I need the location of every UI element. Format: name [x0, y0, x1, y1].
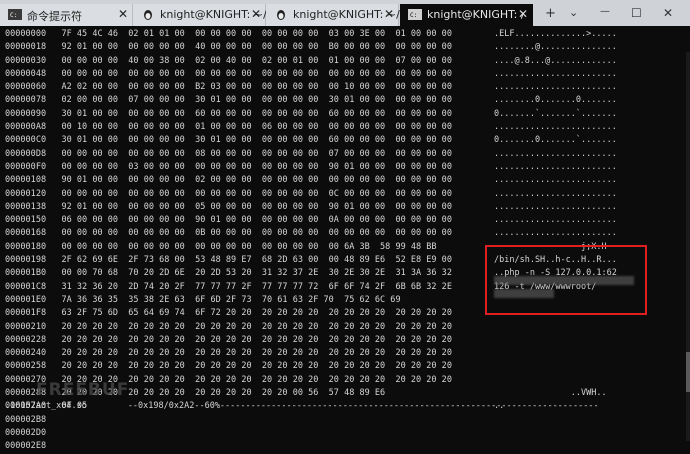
close-tab-icon[interactable]: ✕ [118, 7, 128, 21]
hex-line: 00000000 7F 45 4C 46 02 01 01 00 00 00 0… [5, 29, 452, 39]
hex-line: 00000210 20 20 20 20 20 20 20 20 20 20 2… [5, 321, 452, 332]
ascii-line: ........................ [494, 188, 617, 199]
hex-line: 00000258 20 20 20 20 20 20 20 20 20 20 2… [5, 361, 452, 372]
ascii-line [494, 414, 617, 427]
ascii-line: ........................ [494, 215, 617, 226]
hex-line: 00000198 2F 62 69 6E 2F 73 68 00 53 48 8… [5, 255, 452, 266]
hex-line: 00000150 06 00 00 00 00 00 00 00 90 01 0… [5, 215, 452, 226]
hex-line: 000002E8 [5, 441, 47, 452]
ascii-line: ........................ [494, 161, 617, 172]
hex-line: 00000090 30 01 00 00 00 00 00 00 60 00 0… [5, 108, 452, 119]
title-bar: C: 命令提示符 ✕ knight@KNIGHT: ~/fpm ✕ knight… [0, 0, 690, 26]
linux-penguin-icon [277, 10, 285, 20]
hex-line: 000001C8 31 32 36 20 2D 74 20 2F 77 77 7… [5, 281, 452, 292]
ascii-line [494, 360, 617, 373]
ascii-line: ....@.8...@............. [494, 55, 617, 66]
hex-line: 00000120 00 00 00 00 00 00 00 00 00 00 0… [5, 188, 452, 199]
svg-text:C:: C: [10, 12, 17, 19]
status-bar: .16157ant_x64.so --0x198/0x2A2--60%-----… [5, 401, 599, 411]
hex-line: 00000180 00 00 00 00 00 00 00 00 00 00 0… [5, 241, 437, 252]
ascii-line: ........................ [494, 148, 617, 159]
ascii-line: 0.......0.......`....... [494, 135, 617, 146]
tab-knight-fpm-1[interactable]: knight@KNIGHT: ~/fpm ✕ [133, 4, 288, 26]
linux-penguin-icon [144, 10, 152, 20]
watermark-logo: FREEBUF [36, 380, 130, 400]
ascii-line: .ELF..............>..... [494, 29, 617, 39]
ascii-line: ..VWH.. [494, 388, 607, 399]
hex-line: 000000A8 00 10 00 00 00 00 00 00 01 00 0… [5, 122, 452, 133]
ascii-line: ........................ [494, 201, 617, 212]
ascii-line [494, 427, 617, 440]
hex-line: 000001E0 7A 36 36 35 35 38 2E 63 6F 6D 2… [5, 294, 401, 305]
ascii-line: ........0.......0....... [494, 95, 617, 106]
scrollbar-thumb[interactable] [686, 352, 690, 392]
ascii-line: ........................ [494, 82, 617, 93]
hex-line: 00000078 02 00 00 00 07 00 00 00 30 01 0… [5, 95, 452, 106]
maximize-button[interactable]: ☐ [631, 6, 642, 20]
scrollbar[interactable] [686, 52, 690, 441]
tab-knight-fpm-2[interactable]: knight@KNIGHT: ~/fpm ✕ [266, 4, 421, 26]
ascii-line: ........................ [494, 122, 617, 133]
close-tab-icon[interactable]: ✕ [384, 7, 394, 21]
ascii-line [494, 334, 617, 347]
hex-line: 00000048 00 00 00 00 00 00 00 00 00 00 0… [5, 68, 452, 79]
hex-line: 000002D0 [5, 427, 47, 438]
tab-dropdown-button[interactable]: ⌄ [569, 6, 578, 19]
tab-knight-mnt-active[interactable]: C: knight@KNIGHT: /mnt/e/P ✕ [400, 4, 533, 26]
ascii-line [494, 347, 617, 360]
hex-line: 000000F0 00 00 00 00 03 00 00 00 00 00 0… [5, 161, 452, 172]
svg-text:C:: C: [410, 12, 417, 19]
hex-line: 00000240 20 20 20 20 20 20 20 20 20 20 2… [5, 348, 452, 359]
hex-line: 00000018 92 01 00 00 00 00 00 00 40 00 0… [5, 42, 452, 53]
hex-line: 00000228 20 20 20 20 20 20 20 20 20 20 2… [5, 334, 452, 345]
terminal-area[interactable]: 00000000 7F 45 4C 46 02 01 01 00 00 00 0… [0, 26, 690, 451]
tab-label: knight@KNIGHT: /mnt/e/P [427, 8, 523, 21]
close-tab-icon[interactable]: ✕ [251, 7, 261, 21]
ascii-dump: .ELF..............>..... ........@.......… [494, 28, 617, 454]
tab-cmd[interactable]: C: 命令提示符 ✕ [0, 4, 133, 26]
close-window-button[interactable]: ✕ [663, 6, 673, 20]
hex-line: 000001F8 63 2F 75 6D 65 64 69 74 6F 72 2… [5, 308, 452, 319]
minimize-button[interactable]: — [600, 6, 610, 17]
tab-label: 命令提示符 [27, 10, 82, 23]
new-tab-button[interactable]: + [545, 6, 556, 21]
hex-line: 00000060 A2 02 00 00 00 00 00 00 B2 03 0… [5, 82, 452, 93]
hex-line: 000001B0 00 00 70 68 70 20 2D 6E 20 2D 5… [5, 268, 452, 279]
hex-line: 000002B8 [5, 414, 47, 425]
ascii-line: ........................ [494, 228, 617, 239]
hex-line: 000000C0 30 01 00 00 00 00 00 00 30 01 0… [5, 135, 452, 146]
ascii-line: ........................ [494, 175, 617, 186]
close-tab-icon[interactable]: ✕ [518, 7, 528, 21]
ascii-line: ........@............... [494, 42, 617, 53]
ascii-line [494, 321, 617, 334]
hex-line: 000000D8 00 00 00 00 00 00 00 00 08 00 0… [5, 148, 452, 159]
hex-line: 00000030 00 00 00 00 40 00 38 00 02 00 4… [5, 55, 452, 66]
highlight-box [485, 245, 647, 315]
hex-line: 00000108 90 01 00 00 00 00 00 00 02 00 0… [5, 175, 452, 186]
ascii-line [494, 374, 617, 387]
hex-line: 00000138 92 01 00 00 00 00 00 00 05 00 0… [5, 201, 452, 212]
ascii-line [494, 440, 617, 453]
ascii-line: 0.......`.......`....... [494, 108, 617, 119]
cmd-icon: C: [8, 9, 22, 20]
ascii-line: ........................ [494, 68, 617, 79]
hex-line: 00000168 00 00 00 00 00 00 00 00 0B 00 0… [5, 228, 452, 239]
cmd-icon: C: [408, 9, 422, 20]
